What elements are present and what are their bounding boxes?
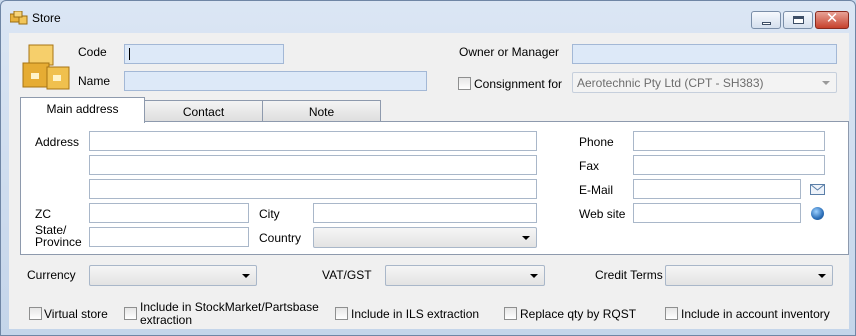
name-field[interactable]: [124, 71, 427, 91]
account-inventory-label: Include in account inventory: [681, 307, 830, 321]
stockmarket-label-line-2: extraction: [140, 313, 193, 327]
country-label: Country: [259, 231, 302, 245]
chevron-down-icon: [530, 274, 538, 278]
phone-label: Phone: [579, 135, 614, 149]
state-label: State/Province: [35, 224, 82, 248]
fax-field[interactable]: [633, 155, 825, 175]
tab-main-address[interactable]: Main address: [20, 97, 145, 123]
country-dropdown[interactable]: [313, 227, 537, 248]
text-cursor: [129, 48, 130, 60]
tab-contact[interactable]: Contact: [144, 100, 263, 123]
owner-field[interactable]: [572, 44, 837, 64]
consignment-dropdown[interactable]: Aerotechnic Pty Ltd (CPT - SH383): [572, 72, 837, 93]
fax-input[interactable]: [634, 156, 824, 174]
email-label: E-Mail: [579, 183, 614, 197]
store-window: Store ✕ Code Name Owner or Manager Consi…: [0, 0, 856, 336]
address-line-2-input[interactable]: [90, 156, 536, 174]
website-input[interactable]: [634, 204, 800, 222]
code-label: Code: [78, 45, 107, 59]
chevron-down-icon: [822, 81, 830, 85]
address-line-2-field[interactable]: [89, 155, 537, 175]
chevron-down-icon: [818, 274, 826, 278]
state-field[interactable]: [89, 227, 249, 247]
phone-input[interactable]: [634, 132, 824, 150]
tab-note[interactable]: Note: [262, 100, 381, 123]
email-input[interactable]: [634, 180, 800, 198]
address-line-1-input[interactable]: [90, 132, 536, 150]
virtual-store-checkbox[interactable]: [29, 307, 42, 320]
address-line-3-field[interactable]: [89, 179, 537, 199]
email-field[interactable]: [633, 179, 801, 199]
vat-dropdown[interactable]: [385, 265, 545, 286]
state-input[interactable]: [90, 228, 248, 246]
window-title: Store: [32, 11, 61, 25]
consignment-value: Aerotechnic Pty Ltd (CPT - SH383): [577, 76, 764, 90]
name-input[interactable]: [125, 72, 426, 90]
store-icon: [10, 11, 28, 25]
mail-icon[interactable]: [810, 184, 825, 195]
stockmarket-label: Include in StockMarket/Partsbase extracti…: [140, 301, 319, 327]
address-line-3-input[interactable]: [90, 180, 536, 198]
ils-checkbox[interactable]: [335, 307, 348, 320]
city-input[interactable]: [314, 204, 536, 222]
website-field[interactable]: [633, 203, 801, 223]
main-address-panel: Address ZC City State/Province Country P…: [20, 121, 849, 255]
zc-input[interactable]: [90, 204, 248, 222]
replace-qty-label: Replace qty by RQST: [520, 307, 637, 321]
state-label-line-2: Province: [35, 235, 82, 249]
fax-label: Fax: [579, 159, 600, 173]
website-label: Web site: [579, 207, 626, 221]
consignment-checkbox[interactable]: [458, 77, 471, 90]
close-icon: ✕: [825, 10, 839, 27]
stockmarket-label-line-1: Include in StockMarket/Partsbase: [140, 300, 319, 314]
phone-field[interactable]: [633, 131, 825, 151]
account-inventory-checkbox[interactable]: [665, 307, 678, 320]
owner-input[interactable]: [573, 45, 836, 63]
store-form: Code Name Owner or Manager Consignment f…: [9, 33, 849, 329]
minimize-icon: [762, 22, 771, 25]
currency-dropdown[interactable]: [89, 265, 257, 286]
vat-label: VAT/GST: [322, 268, 372, 282]
consignment-label: Consignment for: [474, 77, 563, 91]
city-label: City: [259, 207, 280, 221]
chevron-down-icon: [522, 236, 530, 240]
city-field[interactable]: [313, 203, 537, 223]
stockmarket-checkbox[interactable]: [124, 307, 137, 320]
chevron-down-icon: [242, 274, 250, 278]
credit-terms-label: Credit Terms: [595, 268, 663, 282]
zc-label: ZC: [35, 207, 51, 221]
store-boxes-icon: [22, 44, 70, 90]
close-button[interactable]: ✕: [815, 10, 849, 29]
currency-label: Currency: [27, 268, 76, 282]
code-input[interactable]: [125, 45, 283, 63]
ils-label: Include in ILS extraction: [351, 307, 480, 321]
address-line-1-field[interactable]: [89, 131, 537, 151]
credit-terms-dropdown[interactable]: [665, 265, 833, 286]
virtual-store-label: Virtual store: [44, 307, 108, 321]
code-field[interactable]: [124, 44, 284, 64]
mail-envelope-icon: [810, 184, 825, 191]
zc-field[interactable]: [89, 203, 249, 223]
replace-qty-checkbox[interactable]: [504, 307, 517, 320]
maximize-icon: [793, 16, 804, 24]
title-bar[interactable]: Store ✕: [1, 1, 855, 33]
owner-label: Owner or Manager: [459, 45, 560, 59]
name-label: Name: [78, 74, 111, 88]
minimize-button[interactable]: [751, 11, 781, 29]
maximize-button[interactable]: [783, 11, 813, 29]
globe-icon[interactable]: [811, 207, 824, 220]
address-label: Address: [35, 135, 80, 149]
